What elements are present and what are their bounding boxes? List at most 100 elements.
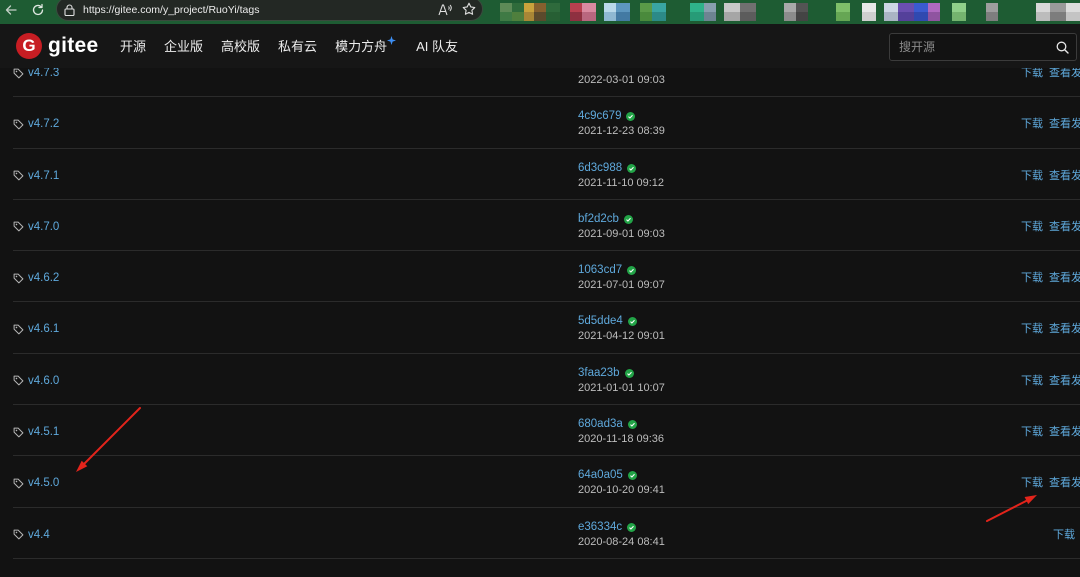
- commit-hash[interactable]: 64a0a05: [578, 469, 623, 482]
- gitee-logo-text[interactable]: gitee: [48, 24, 99, 68]
- nav-item-ai-teammate[interactable]: AI 队友: [416, 39, 458, 54]
- tag-row: v4.7.3 2022-03-01 09:03 下载 查看发: [13, 68, 1080, 98]
- tag-row: v4.6.2 1063cd7 2021-07-01 09:07 下载 查看发: [13, 251, 1080, 303]
- commit-line: 4c9c679: [578, 110, 636, 123]
- tag-icon: [13, 68, 24, 78]
- view-release-button[interactable]: 查看发: [1049, 68, 1080, 80]
- verified-icon: [627, 163, 637, 173]
- view-release-button[interactable]: 查看发: [1049, 476, 1080, 490]
- star-icon[interactable]: [462, 2, 476, 16]
- tag-name[interactable]: v4.6.2: [28, 271, 59, 285]
- tag-link[interactable]: v4.6.2: [13, 271, 59, 285]
- nav-item-label: 开源: [120, 38, 147, 54]
- download-button[interactable]: 下载: [1021, 220, 1043, 234]
- download-button[interactable]: 下载: [1021, 374, 1043, 388]
- tag-link[interactable]: v4.4: [13, 528, 50, 542]
- back-arrow-icon[interactable]: [3, 2, 19, 18]
- view-release-button[interactable]: 查看发: [1049, 322, 1080, 336]
- tag-name[interactable]: v4.7.2: [28, 117, 59, 131]
- download-button[interactable]: 下载: [1053, 528, 1075, 542]
- commit-hash[interactable]: 680ad3a: [578, 418, 623, 431]
- nav-item-open-source[interactable]: 开源: [120, 39, 146, 54]
- tag-link[interactable]: v4.5.0: [13, 476, 59, 490]
- verified-icon: [623, 214, 633, 224]
- commit-hash[interactable]: 3faa23b: [578, 367, 620, 380]
- download-button[interactable]: 下载: [1021, 322, 1043, 336]
- nav-item-private-cloud[interactable]: 私有云: [278, 39, 317, 54]
- view-release-button[interactable]: 查看发: [1049, 169, 1080, 183]
- view-release-button[interactable]: 查看发: [1049, 425, 1080, 439]
- refresh-icon[interactable]: [30, 2, 46, 18]
- nav-item-label: 私有云: [278, 38, 318, 54]
- read-aloud-icon[interactable]: [438, 3, 452, 16]
- address-url[interactable]: https://gitee.com/y_project/RuoYi/tags: [83, 3, 259, 17]
- commit-line: bf2d2cb: [578, 213, 633, 226]
- tag-row: v4.4 e36334c 2020-08-24 08:41 下载: [13, 508, 1080, 559]
- tag-link[interactable]: v4.6.0: [13, 374, 59, 388]
- tag-row: v4.5.0 64a0a05 2020-10-20 09:41 下载 查看发: [13, 456, 1080, 508]
- download-button[interactable]: 下载: [1021, 68, 1043, 80]
- search-icon[interactable]: [1056, 41, 1069, 54]
- commit-hash[interactable]: e36334c: [578, 521, 622, 534]
- commit-hash[interactable]: bf2d2cb: [578, 213, 619, 226]
- tag-name[interactable]: v4.5.0: [28, 476, 59, 490]
- tag-actions: 下载 查看发: [1021, 271, 1080, 285]
- download-button[interactable]: 下载: [1021, 271, 1043, 285]
- nav-item-label: 模力方舟: [335, 38, 388, 54]
- main-nav: 开源 企业版 高校版 私有云 模力方舟 AI 队友: [120, 24, 458, 68]
- tag-link[interactable]: v4.7.2: [13, 117, 59, 131]
- commit-line: 1063cd7: [578, 264, 637, 277]
- download-button[interactable]: 下载: [1021, 476, 1043, 490]
- commit-date: 2021-07-01 09:07: [578, 279, 665, 292]
- tag-name[interactable]: v4.7.0: [28, 220, 59, 234]
- tag-link[interactable]: v4.5.1: [13, 425, 59, 439]
- commit-date: 2021-01-01 10:07: [578, 381, 665, 394]
- redacted-mosaic: [500, 12, 1080, 21]
- search-input[interactable]: [890, 34, 1050, 60]
- tag-actions: 下载 查看发: [1021, 117, 1080, 131]
- tag-name[interactable]: v4.5.1: [28, 425, 59, 439]
- search-box: [889, 33, 1077, 61]
- tag-link[interactable]: v4.7.0: [13, 220, 59, 234]
- tag-actions: 下载 查看发: [1021, 476, 1080, 490]
- tag-name[interactable]: v4.7.3: [28, 68, 59, 80]
- commit-hash[interactable]: 6d3c988: [578, 162, 622, 175]
- nav-item-education[interactable]: 高校版: [221, 39, 260, 54]
- address-bar[interactable]: https://gitee.com/y_project/RuoYi/tags: [56, 0, 483, 21]
- commit-hash[interactable]: 5d5dde4: [578, 315, 623, 328]
- tag-name[interactable]: v4.6.1: [28, 322, 59, 336]
- tag-name[interactable]: v4.4: [28, 528, 50, 542]
- tag-icon: [13, 478, 24, 489]
- commit-hash[interactable]: 4c9c679: [578, 110, 621, 123]
- tags-list: v4.7.3 2022-03-01 09:03 下载 查看发 v4.7.2 4c…: [13, 68, 1080, 559]
- tag-link[interactable]: v4.6.1: [13, 322, 59, 336]
- tag-row: v4.7.0 bf2d2cb 2021-09-01 09:03 下载 查看发: [13, 200, 1080, 252]
- download-button[interactable]: 下载: [1021, 169, 1043, 183]
- tag-icon: [13, 324, 24, 335]
- nav-item-enterprise[interactable]: 企业版: [164, 39, 203, 54]
- commit-hash[interactable]: 1063cd7: [578, 264, 622, 277]
- lock-icon[interactable]: [64, 4, 75, 16]
- gitee-logo-icon[interactable]: G: [16, 33, 42, 59]
- view-release-button[interactable]: 查看发: [1049, 220, 1080, 234]
- view-release-button[interactable]: 查看发: [1049, 374, 1080, 388]
- tag-link[interactable]: v4.7.1: [13, 169, 59, 183]
- nav-item-moli-fangzhou[interactable]: 模力方舟: [335, 35, 397, 54]
- tag-name[interactable]: v4.6.0: [28, 374, 59, 388]
- tag-link[interactable]: v4.7.3: [13, 68, 59, 80]
- commit-date: 2021-04-12 09:01: [578, 330, 665, 343]
- nav-item-label: 企业版: [164, 38, 204, 54]
- view-release-button[interactable]: 查看发: [1049, 117, 1080, 131]
- tag-name[interactable]: v4.7.1: [28, 169, 59, 183]
- tag-actions: 下载 查看发: [1021, 374, 1080, 388]
- download-button[interactable]: 下载: [1021, 117, 1043, 131]
- commit-line: 5d5dde4: [578, 315, 637, 328]
- nav-item-label: AI 队友: [416, 38, 458, 54]
- verified-icon: [627, 522, 637, 532]
- tag-icon: [13, 427, 24, 437]
- download-button[interactable]: 下载: [1021, 425, 1043, 439]
- commit-date: 2020-11-18 09:36: [578, 433, 665, 446]
- verified-icon: [627, 471, 637, 481]
- view-release-button[interactable]: 查看发: [1049, 271, 1080, 285]
- commit-date: 2021-12-23 08:39: [578, 125, 665, 138]
